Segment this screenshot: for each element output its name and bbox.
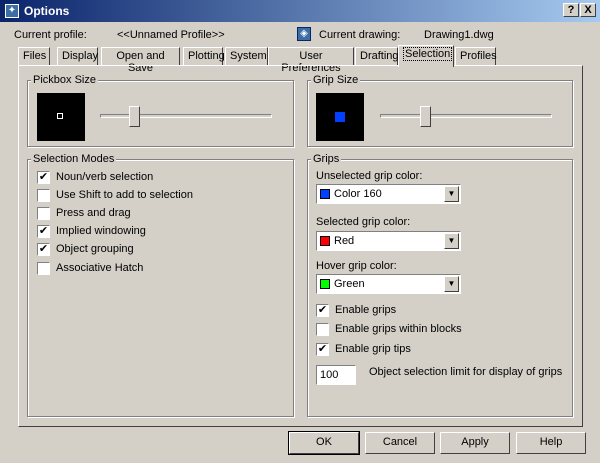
use-shift-label[interactable]: Use Shift to add to selection [56,189,193,201]
tab-selection-label: Selection [403,47,453,61]
unselected-grip-color-label: Unselected grip color: [316,170,423,182]
selection-modes-label: Selection Modes [31,153,117,165]
press-and-drag-label[interactable]: Press and drag [56,207,131,219]
current-drawing-value: Drawing1.dwg [424,29,494,41]
noun-verb-label[interactable]: Noun/verb selection [56,171,153,183]
tab-open-and-save[interactable]: Open and Save [101,47,180,74]
tab-drafting[interactable]: Drafting [355,47,399,65]
object-selection-limit-input[interactable]: 100 [316,365,356,385]
pickbox-slider-thumb[interactable] [128,106,140,127]
implied-windowing-label[interactable]: Implied windowing [56,225,146,237]
hover-color-swatch [320,279,330,289]
unselected-grip-color-select[interactable]: Color 160 ▼ [316,184,461,204]
help-button[interactable]: Help [516,432,586,454]
current-profile-label: Current profile: [14,29,87,41]
hover-grip-color-select[interactable]: Green ▼ [316,274,461,294]
chevron-down-icon[interactable]: ▼ [444,276,459,292]
grips-label: Grips [311,153,342,165]
pickbox-size-label: Pickbox Size [31,74,98,86]
press-and-drag-checkbox[interactable] [37,207,50,220]
pickbox-preview [37,93,85,141]
window-title: Options [24,4,70,18]
tab-profiles[interactable]: Profiles [455,47,497,65]
chevron-down-icon[interactable]: ▼ [444,186,459,202]
tab-plotting[interactable]: Plotting [183,47,225,65]
enable-grips-label[interactable]: Enable grips [335,304,396,316]
selected-grip-color-label: Selected grip color: [316,216,411,228]
associative-hatch-checkbox[interactable] [37,262,50,275]
enable-grips-within-blocks-checkbox[interactable] [316,323,329,336]
implied-windowing-checkbox[interactable]: ✔ [37,225,50,238]
chevron-down-icon[interactable]: ▼ [444,233,459,249]
enable-grip-tips-label[interactable]: Enable grip tips [335,343,411,355]
grip-square-icon [335,112,345,122]
tab-user-preferences[interactable]: User Preferences [268,47,354,74]
selected-color-swatch [320,236,330,246]
enable-grip-tips-checkbox[interactable]: ✔ [316,343,329,356]
title-bar: ✦ Options ? X [0,0,600,22]
help-title-button[interactable]: ? [563,3,579,17]
unselected-color-swatch [320,189,330,199]
noun-verb-checkbox[interactable]: ✔ [37,171,50,184]
cancel-button[interactable]: Cancel [365,432,435,454]
hover-grip-color-label: Hover grip color: [316,260,397,272]
grip-slider-thumb[interactable] [420,106,432,127]
selected-grip-color-value: Red [334,235,355,247]
pickbox-square-icon [57,113,63,119]
drawing-icon: ◈ [297,27,311,41]
tab-selection[interactable]: Selection [398,45,454,67]
grip-size-label: Grip Size [311,74,361,86]
ok-button[interactable]: OK [288,431,360,455]
tab-system[interactable]: System [225,47,268,65]
selected-grip-color-select[interactable]: Red ▼ [316,231,461,251]
grip-size-preview [316,93,364,141]
tab-files[interactable]: Files [18,47,50,65]
current-profile-value: <<Unnamed Profile>> [117,29,225,41]
app-icon: ✦ [5,4,19,18]
associative-hatch-label[interactable]: Associative Hatch [56,262,143,274]
unselected-grip-color-value: Color 160 [334,188,382,200]
use-shift-checkbox[interactable] [37,189,50,202]
enable-grips-checkbox[interactable]: ✔ [316,304,329,317]
object-grouping-label[interactable]: Object grouping [56,243,134,255]
apply-button[interactable]: Apply [440,432,510,454]
object-grouping-checkbox[interactable]: ✔ [37,243,50,256]
pickbox-slider-track[interactable] [100,114,272,118]
tab-display[interactable]: Display [57,47,98,65]
enable-grips-within-blocks-label[interactable]: Enable grips within blocks [335,323,462,335]
current-drawing-label: Current drawing: [319,29,401,41]
close-title-button[interactable]: X [580,3,596,17]
hover-grip-color-value: Green [334,278,365,290]
object-selection-limit-label: Object selection limit for display of gr… [369,366,563,378]
grip-slider-track[interactable] [380,114,552,118]
